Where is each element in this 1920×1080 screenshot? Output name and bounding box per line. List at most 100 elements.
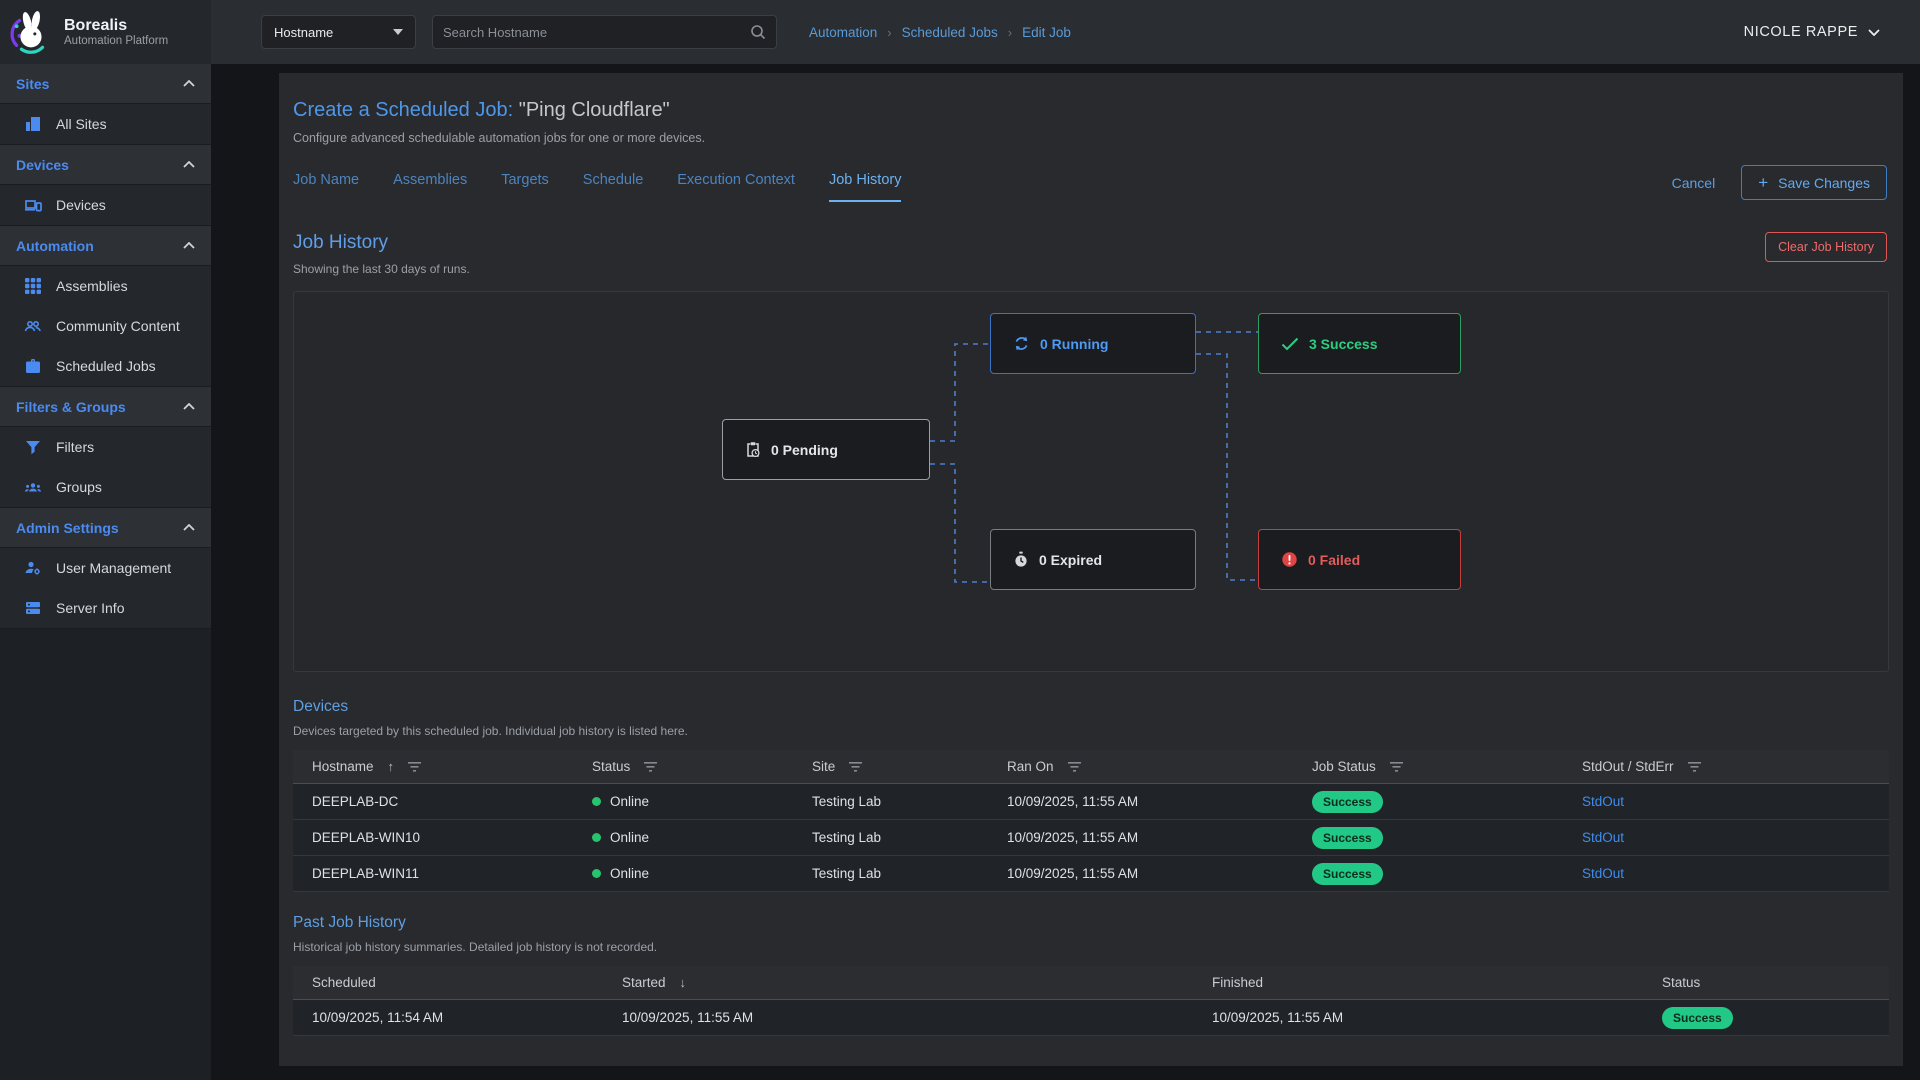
column-label: StdOut / StdErr — [1582, 759, 1674, 774]
grid-icon — [24, 277, 42, 295]
online-dot-icon — [592, 869, 601, 878]
server-icon — [24, 599, 42, 617]
sidebar-item-devices[interactable]: Devices — [0, 185, 211, 225]
tab-targets[interactable]: Targets — [501, 172, 549, 202]
status-cell: Online — [592, 866, 812, 881]
chevron-up-icon — [183, 161, 195, 168]
breadcrumb-automation[interactable]: Automation — [809, 25, 877, 40]
sidebar-section-automation[interactable]: Automation — [0, 226, 211, 266]
sidebar-item-label: Community Content — [56, 318, 180, 334]
sidebar-item-user-management[interactable]: User Management — [0, 548, 211, 588]
column-label: Scheduled — [312, 975, 376, 990]
column-header-status[interactable]: Status — [1662, 975, 1889, 990]
check-icon — [1281, 337, 1299, 351]
filter-menu-icon[interactable] — [849, 762, 862, 772]
chevron-down-icon — [1868, 29, 1880, 36]
column-header-hostname[interactable]: Hostname ↑ — [312, 759, 592, 774]
filter-menu-icon[interactable] — [1688, 762, 1701, 772]
flow-node-running[interactable]: 0 Running — [990, 313, 1196, 374]
page-title-job-name: "Ping Cloudflare" — [513, 99, 670, 121]
search-icon — [750, 24, 766, 40]
hostname-select-value: Hostname — [274, 25, 333, 40]
flow-node-expired[interactable]: 0 Expired — [990, 529, 1196, 590]
column-header-finished[interactable]: Finished — [1212, 975, 1662, 990]
tab-job-name[interactable]: Job Name — [293, 172, 359, 202]
column-header-started[interactable]: Started ↓ — [622, 975, 1212, 990]
tab-assemblies[interactable]: Assemblies — [393, 172, 467, 202]
status-badge: Success — [1312, 827, 1383, 849]
sidebar-section-admin-settings[interactable]: Admin Settings — [0, 508, 211, 548]
sidebar-section-devices[interactable]: Devices — [0, 145, 211, 185]
sort-asc-icon[interactable]: ↑ — [388, 759, 395, 774]
column-header-stdout-stderr[interactable]: StdOut / StdErr — [1582, 759, 1889, 774]
clear-job-history-button[interactable]: Clear Job History — [1765, 232, 1887, 262]
sidebar-item-all-sites[interactable]: All Sites — [0, 104, 211, 144]
filter-menu-icon[interactable] — [644, 762, 657, 772]
caret-down-icon — [393, 29, 403, 35]
brand: Borealis Automation Platform — [0, 0, 211, 64]
devices-table-header: Hostname ↑ Status Site Ran On Job — [293, 750, 1889, 784]
past-job-history-table: Scheduled Started ↓ Finished Status 10/09… — [293, 966, 1889, 1036]
column-label: Started — [622, 975, 666, 990]
job-status-flow-diagram: 0 Pending 0 Running 3 Success 0 Expired … — [293, 291, 1889, 672]
sidebar-item-assemblies[interactable]: Assemblies — [0, 266, 211, 306]
flow-node-pending[interactable]: 0 Pending — [722, 419, 930, 480]
past-job-history-subheading: Historical job history summaries. Detail… — [293, 940, 1887, 954]
stdout-cell: StdOut — [1582, 830, 1889, 845]
sidebar-section-label: Sites — [16, 76, 49, 92]
sidebar-item-scheduled-jobs[interactable]: Scheduled Jobs — [0, 346, 211, 386]
column-header-site[interactable]: Site — [812, 759, 1007, 774]
stdout-link[interactable]: StdOut — [1582, 830, 1624, 845]
column-label: Ran On — [1007, 759, 1054, 774]
user-menu[interactable]: NICOLE RAPPE — [1744, 24, 1880, 40]
status-badge: Success — [1312, 791, 1383, 813]
hostname-select[interactable]: Hostname — [261, 15, 416, 49]
filter-menu-icon[interactable] — [1068, 762, 1081, 772]
header-actions: Cancel + Save Changes — [1672, 165, 1887, 208]
sidebar: Sites All Sites Devices Devices Automati… — [0, 64, 211, 1080]
stopwatch-icon — [1013, 551, 1029, 568]
devices-heading: Devices — [293, 698, 1887, 716]
column-header-status[interactable]: Status — [592, 759, 812, 774]
sidebar-item-groups[interactable]: Groups — [0, 467, 211, 507]
table-row: 10/09/2025, 11:54 AM 10/09/2025, 11:55 A… — [293, 1000, 1889, 1036]
column-label: Site — [812, 759, 835, 774]
stdout-link[interactable]: StdOut — [1582, 794, 1624, 809]
save-changes-label: Save Changes — [1778, 175, 1870, 191]
chevron-up-icon — [183, 80, 195, 87]
sort-desc-icon[interactable]: ↓ — [680, 975, 687, 990]
page-title-prefix: Create a Scheduled Job: — [293, 99, 513, 121]
tab-schedule[interactable]: Schedule — [583, 172, 643, 202]
tab-execution-context[interactable]: Execution Context — [677, 172, 795, 202]
column-header-scheduled[interactable]: Scheduled — [312, 975, 622, 990]
filter-menu-icon[interactable] — [408, 762, 421, 772]
filter-menu-icon[interactable] — [1390, 762, 1403, 772]
sidebar-item-community-content[interactable]: Community Content — [0, 306, 211, 346]
sidebar-section-label: Devices — [16, 157, 69, 173]
page-title: Create a Scheduled Job: "Ping Cloudflare… — [293, 99, 1887, 122]
sidebar-section-label: Automation — [16, 238, 94, 254]
save-changes-button[interactable]: + Save Changes — [1741, 165, 1887, 200]
flow-node-success[interactable]: 3 Success — [1258, 313, 1461, 374]
table-row: DEEPLAB-DC Online Testing Lab 10/09/2025… — [293, 784, 1889, 820]
column-header-ran-on[interactable]: Ran On — [1007, 759, 1312, 774]
breadcrumb-separator: › — [887, 25, 891, 40]
sidebar-item-filters[interactable]: Filters — [0, 427, 211, 467]
sidebar-item-server-info[interactable]: Server Info — [0, 588, 211, 628]
page-subtitle: Configure advanced schedulable automatio… — [293, 131, 1887, 145]
status-text: Online — [610, 794, 649, 809]
column-header-job-status[interactable]: Job Status — [1312, 759, 1582, 774]
tab-job-history[interactable]: Job History — [829, 172, 902, 202]
content-panel: Create a Scheduled Job: "Ping Cloudflare… — [279, 73, 1903, 1066]
sidebar-section-filters-groups[interactable]: Filters & Groups — [0, 387, 211, 427]
stdout-link[interactable]: StdOut — [1582, 866, 1624, 881]
sidebar-section-sites[interactable]: Sites — [0, 64, 211, 104]
sidebar-section-label: Admin Settings — [16, 520, 119, 536]
search-input[interactable] — [443, 25, 750, 40]
breadcrumb-edit-job[interactable]: Edit Job — [1022, 25, 1071, 40]
job-history-heading: Job History — [293, 232, 470, 254]
breadcrumb-scheduled-jobs[interactable]: Scheduled Jobs — [902, 25, 998, 40]
job-history-subheading: Showing the last 30 days of runs. — [293, 262, 470, 276]
cancel-button[interactable]: Cancel — [1672, 175, 1716, 191]
flow-node-failed[interactable]: 0 Failed — [1258, 529, 1461, 590]
